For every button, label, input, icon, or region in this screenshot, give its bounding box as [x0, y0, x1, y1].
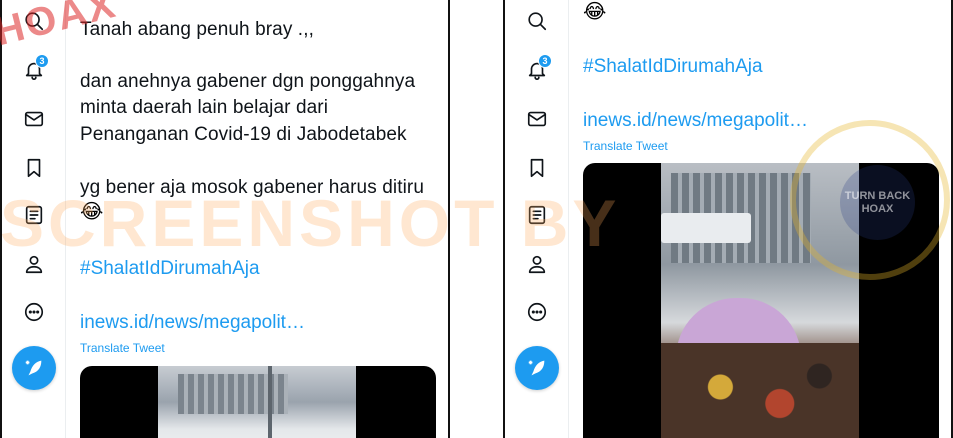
left-nav-rail: 3 [2, 0, 66, 438]
tweet-video[interactable] [80, 366, 436, 438]
hashtag-link[interactable]: #ShalatIdDirumahAja [583, 56, 763, 78]
tweet-text-line: minta daerah lain belajar dari [80, 97, 329, 118]
search-icon[interactable] [22, 9, 46, 33]
hashtag-link[interactable]: #ShalatIdDirumahAja [80, 258, 260, 280]
list-icon[interactable] [525, 203, 549, 227]
video-frame [661, 163, 859, 438]
translate-tweet-link[interactable]: Translate Tweet [583, 139, 668, 153]
compose-tweet-button[interactable] [515, 346, 559, 390]
laughing-emoji-icon: 😂 [583, 1, 607, 23]
article-link[interactable]: inews.id/news/megapolit… [80, 312, 305, 334]
tweet-text-line: Penanganan Covid-19 di Jabodetabek [80, 124, 407, 145]
tweet-video[interactable] [583, 163, 939, 438]
mail-icon[interactable] [22, 107, 46, 131]
more-icon[interactable] [22, 300, 46, 324]
notification-badge: 3 [35, 54, 49, 68]
video-frame [158, 366, 356, 438]
article-link[interactable]: inews.id/news/megapolit… [583, 110, 808, 132]
right-nav-rail: 3 [505, 0, 569, 438]
compose-icon [25, 360, 42, 376]
translate-tweet-link[interactable]: Translate Tweet [80, 341, 165, 355]
mail-icon[interactable] [525, 107, 549, 131]
more-icon[interactable] [525, 300, 549, 324]
search-icon[interactable] [525, 9, 549, 33]
bookmark-icon[interactable] [525, 156, 549, 180]
notification-badge: 3 [538, 54, 552, 68]
right-tweet-panel: 3 😂 #ShalatIdDirumahAja inews.id/news/me… [503, 0, 953, 438]
profile-icon[interactable] [525, 252, 549, 276]
tweet-text-line: yg bener aja mosok gabener harus ditiru [80, 177, 424, 198]
tweet-text-line: Tanah abang penuh bray .,, [80, 19, 314, 40]
compose-icon [528, 360, 545, 376]
tweet-text-line: dan anehnya gabener dgn ponggahnya [80, 71, 416, 92]
left-tweet-panel: 3 Tanah abang penuh bray .,, dan anehnya… [0, 0, 450, 438]
profile-icon[interactable] [22, 252, 46, 276]
list-icon[interactable] [22, 203, 46, 227]
bookmark-icon[interactable] [22, 156, 46, 180]
laughing-emoji-icon: 😂 [80, 201, 104, 223]
panel-gutter [450, 0, 503, 438]
compose-tweet-button[interactable] [12, 346, 56, 390]
